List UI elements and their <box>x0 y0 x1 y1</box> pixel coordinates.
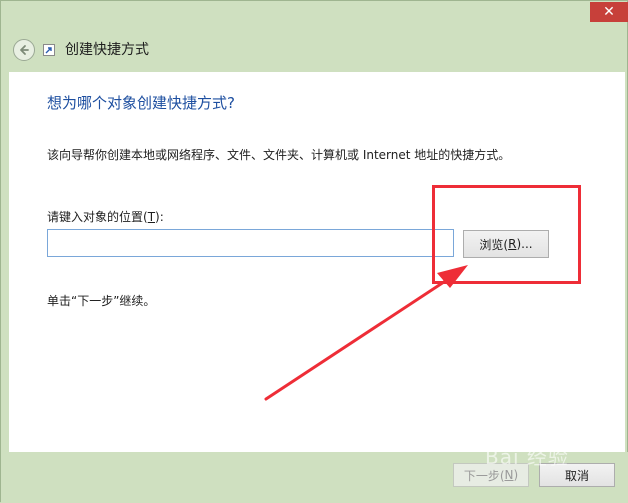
close-button[interactable]: ✕ <box>590 2 628 22</box>
page-question: 想为哪个对象创建快捷方式? <box>47 94 235 112</box>
create-shortcut-window: ✕ 创建快捷方式 想为哪个对象创建快捷方式? 该向导帮你创建本地或网络程序、文件… <box>0 0 628 503</box>
next-hint: 单击“下一步”继续。 <box>47 294 156 308</box>
location-label-prefix: 请键入对象的位置( <box>47 210 148 224</box>
back-arrow-icon <box>20 45 29 55</box>
next-accesskey: N <box>504 468 514 482</box>
wizard-content: 想为哪个对象创建快捷方式? 该向导帮你创建本地或网络程序、文件、文件夹、计算机或… <box>9 72 625 452</box>
location-label: 请键入对象的位置(T): <box>47 208 164 226</box>
browse-label-suffix: )... <box>516 237 533 251</box>
next-button[interactable]: 下一步(N) <box>453 463 529 487</box>
cancel-button[interactable]: 取消 <box>539 463 615 487</box>
wizard-description: 该向导帮你创建本地或网络程序、文件、文件夹、计算机或 Internet 地址的快… <box>47 148 511 162</box>
location-label-accesskey: T <box>147 210 156 224</box>
wizard-footer: 下一步(N) 取消 <box>1 452 628 503</box>
wizard-header: 创建快捷方式 <box>1 29 628 71</box>
location-input[interactable] <box>47 229 454 257</box>
back-button[interactable] <box>13 39 35 61</box>
browse-label-prefix: 浏览( <box>479 237 509 252</box>
next-label-suffix: ) <box>513 468 519 482</box>
location-label-suffix: ): <box>155 210 164 224</box>
shortcut-icon <box>43 44 55 56</box>
browse-accesskey: R <box>508 237 517 251</box>
window-title: 创建快捷方式 <box>65 42 149 58</box>
browse-button[interactable]: 浏览(R)... <box>463 230 549 258</box>
close-icon: ✕ <box>603 4 615 20</box>
next-label-prefix: 下一步( <box>463 468 505 483</box>
